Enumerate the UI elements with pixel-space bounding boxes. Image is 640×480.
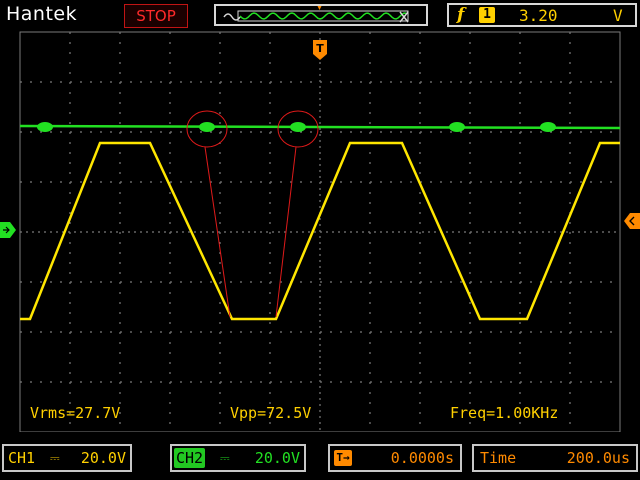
trigger-level-unit: V — [613, 6, 623, 25]
timebase-settings[interactable]: Time 200.0us — [472, 444, 638, 472]
measurement-vrms: Vrms=27.7V — [30, 404, 121, 422]
ch1-settings[interactable]: CH1 ⎓ 20.0V — [2, 444, 132, 472]
ch2-label: CH2 — [174, 448, 206, 468]
brand-logo: Hantek — [6, 3, 78, 25]
waveform-canvas: T — [0, 31, 640, 432]
measurement-vpp: Vpp=72.5V — [230, 404, 312, 422]
timebase-label: Time — [480, 449, 517, 467]
trigger-info-box[interactable]: f 1 3.20 V — [447, 3, 637, 27]
dc-coupling-icon: ⎓ — [50, 451, 60, 465]
dc-coupling-icon: ⎓ — [220, 451, 230, 465]
annotation-overlay — [186, 110, 319, 318]
ch2-spike — [290, 122, 306, 132]
ch2-spike — [37, 122, 53, 132]
memory-position-bar[interactable] — [214, 4, 428, 26]
ch2-settings[interactable]: CH2 ⎓ 20.0V — [170, 444, 306, 472]
horizontal-position: 0.0000s — [390, 449, 454, 467]
trigger-source: 1 — [479, 7, 495, 23]
ch1-label: CH1 — [8, 449, 36, 467]
ch2-spike — [199, 122, 215, 132]
ch2-trace — [19, 124, 621, 130]
memory-waveform-icon — [223, 6, 409, 23]
ch2-scale: 20.0V — [254, 449, 300, 467]
graticule — [19, 31, 621, 432]
bottom-status-bar: CH1 ⎓ 20.0V CH2 ⎓ 20.0V T→ 0.0000s Time … — [0, 440, 640, 480]
ch1-scale: 20.0V — [80, 449, 126, 467]
measurement-frequency: Freq=1.00KHz — [450, 404, 559, 422]
waveform-display[interactable]: T — [0, 30, 640, 432]
ch2-spike — [540, 122, 556, 132]
trigger-position-settings[interactable]: T→ 0.0000s — [328, 444, 462, 472]
top-status-bar: Hantek STOP f 1 3.20 V — [0, 0, 640, 30]
rising-edge-icon: f — [457, 5, 465, 25]
trigger-level-marker[interactable] — [624, 213, 640, 229]
run-stop-indicator[interactable]: STOP — [124, 4, 188, 28]
timebase-scale: 200.0us — [566, 449, 630, 467]
trigger-position-marker[interactable]: T — [313, 40, 327, 60]
ch1-ground-marker[interactable] — [0, 222, 16, 238]
svg-text:T: T — [316, 42, 324, 55]
annotation-line — [204, 146, 231, 318]
trigger-position-icon: T→ — [334, 450, 352, 466]
trigger-level: 3.20 — [519, 6, 558, 25]
ch2-spike — [449, 122, 465, 132]
